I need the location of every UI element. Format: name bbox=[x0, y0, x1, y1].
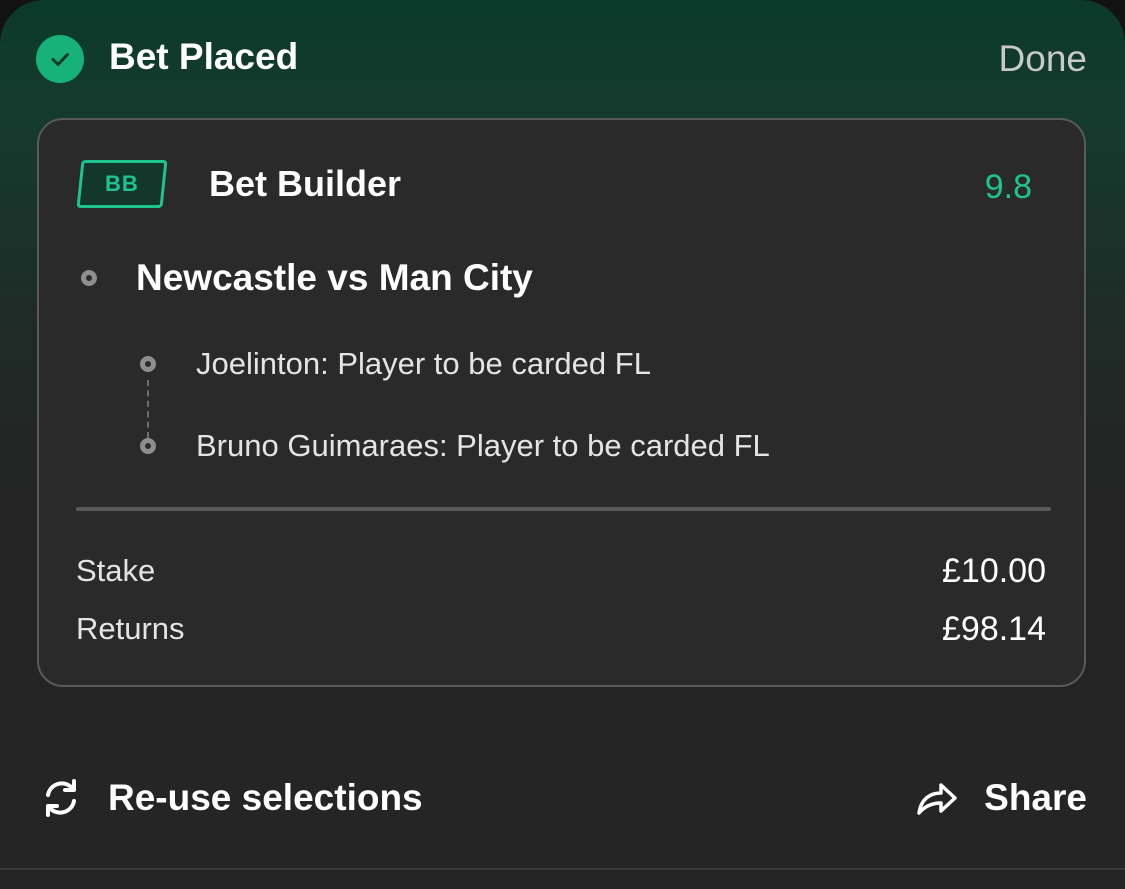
reuse-selections-label: Re-use selections bbox=[108, 777, 423, 818]
share-arrow-icon bbox=[914, 775, 960, 821]
bet-builder-badge: BB bbox=[76, 160, 168, 208]
bet-type-label: Bet Builder bbox=[209, 163, 402, 204]
returns-label: Returns bbox=[76, 611, 185, 646]
share-button[interactable]: Share bbox=[914, 770, 1087, 826]
bet-placed-sheet: Bet Placed Done BB Bet Builder 9.8 Newca… bbox=[0, 0, 1125, 889]
stake-value: £10.00 bbox=[942, 552, 1046, 590]
done-button[interactable]: Done bbox=[999, 36, 1087, 82]
bottom-divider bbox=[0, 868, 1125, 870]
share-label: Share bbox=[984, 777, 1087, 818]
badge-text: BB bbox=[105, 171, 139, 196]
bet-card: BB Bet Builder 9.8 Newcastle vs Man City… bbox=[37, 118, 1086, 687]
selection-bullet-icon bbox=[140, 356, 156, 372]
header: Bet Placed Done bbox=[0, 0, 1125, 115]
odds-value: 9.8 bbox=[984, 168, 1032, 206]
divider bbox=[76, 507, 1051, 511]
refresh-icon bbox=[38, 775, 84, 821]
event-name: Newcastle vs Man City bbox=[136, 257, 533, 298]
selection-item: Bruno Guimaraes: Player to be carded FL bbox=[196, 428, 770, 463]
selection-connector bbox=[147, 380, 149, 438]
selection-bullet-icon bbox=[140, 438, 156, 454]
check-icon bbox=[36, 35, 84, 83]
event-bullet-icon bbox=[81, 270, 97, 286]
page-title: Bet Placed bbox=[109, 36, 299, 77]
selection-item: Joelinton: Player to be carded FL bbox=[196, 346, 651, 381]
returns-value: £98.14 bbox=[942, 610, 1046, 648]
reuse-selections-button[interactable]: Re-use selections bbox=[38, 770, 423, 826]
stake-label: Stake bbox=[76, 553, 156, 588]
